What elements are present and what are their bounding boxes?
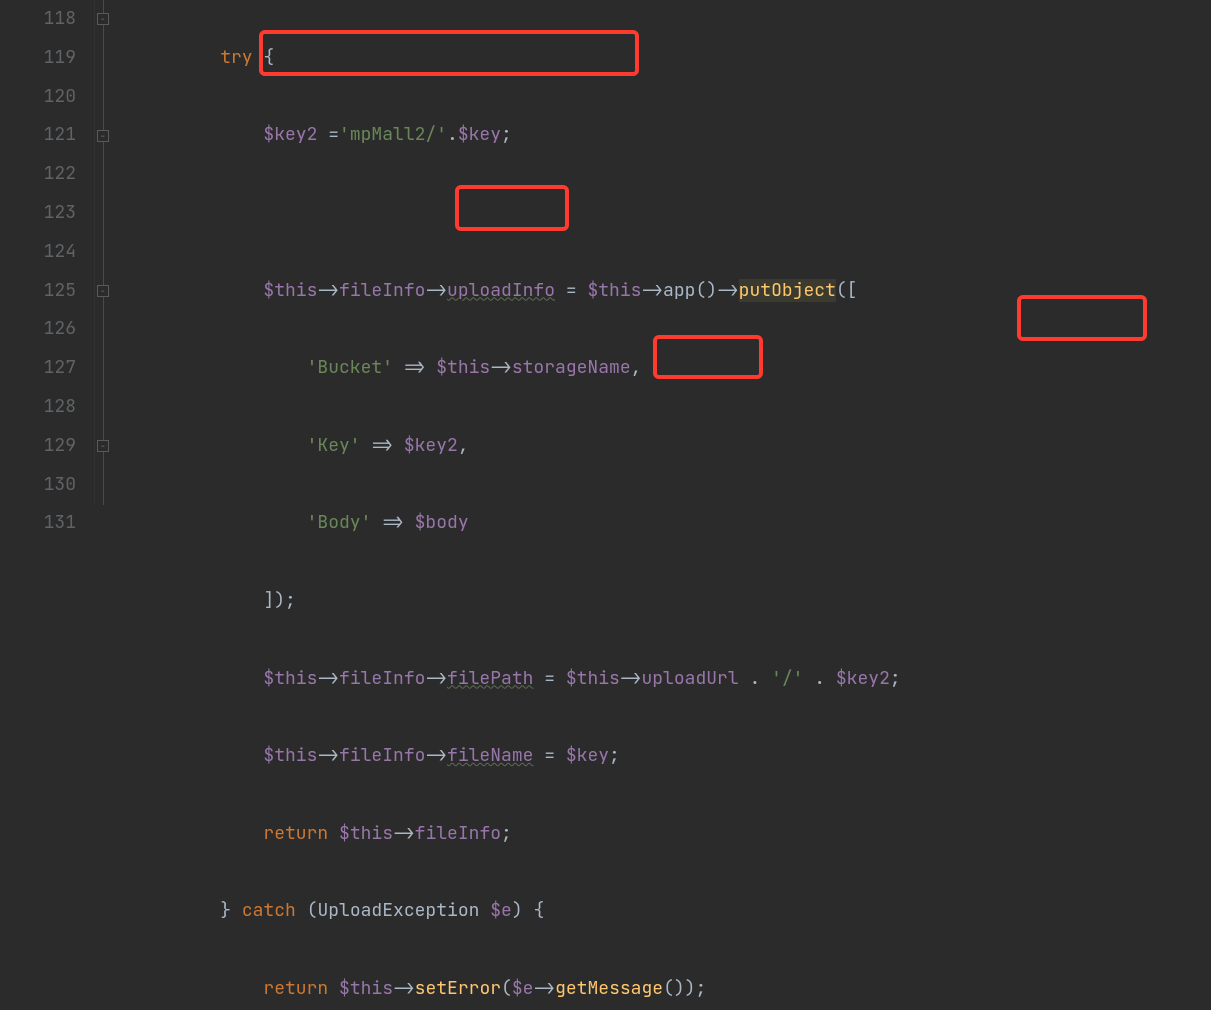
fold-marker-icon[interactable]: −: [97, 13, 109, 25]
code-line[interactable]: } catch (UploadException $e) {: [123, 892, 901, 931]
line-number: 122: [0, 155, 76, 194]
fold-column: − − − −: [95, 0, 113, 505]
code-line[interactable]: $this->fileInfo->filePath = $this->uploa…: [123, 660, 901, 699]
line-number: 123: [0, 194, 76, 233]
fold-marker-icon[interactable]: −: [97, 440, 109, 452]
line-number: 129: [0, 427, 76, 466]
code-line[interactable]: $this->fileInfo->uploadInfo = $this->app…: [123, 272, 901, 311]
code-line[interactable]: ]);: [123, 582, 901, 621]
code-line[interactable]: 'Body' => $body: [123, 504, 901, 543]
line-number: 118: [0, 0, 76, 39]
line-number: 121: [0, 116, 76, 155]
code-line[interactable]: return $this->setError($e->getMessage())…: [123, 970, 901, 1009]
code-editor[interactable]: 118 119 120 121 122 123 124 125 126 127 …: [0, 0, 1211, 505]
code-line[interactable]: $this->fileInfo->fileName = $key;: [123, 737, 901, 776]
code-line[interactable]: 'Key' => $key2,: [123, 427, 901, 466]
line-number: 130: [0, 466, 76, 505]
code-line[interactable]: 'Bucket' => $this->storageName,: [123, 349, 901, 388]
code-line[interactable]: $key2 ='mpMall2/'.$key;: [123, 116, 901, 155]
code-line[interactable]: return $this->fileInfo;: [123, 815, 901, 854]
fold-marker-icon[interactable]: −: [97, 285, 109, 297]
line-number: 120: [0, 78, 76, 117]
line-number: 126: [0, 310, 76, 349]
code-line[interactable]: try {: [123, 39, 901, 78]
line-number: 124: [0, 233, 76, 272]
code-line[interactable]: [123, 194, 901, 233]
line-number: 131: [0, 504, 76, 543]
line-number: 125: [0, 272, 76, 311]
line-number: 128: [0, 388, 76, 427]
line-number-gutter: 118 119 120 121 122 123 124 125 126 127 …: [0, 0, 95, 505]
highlight-box: [1017, 295, 1147, 341]
code-area[interactable]: try { $key2 ='mpMall2/'.$key; $this->fil…: [113, 0, 901, 505]
fold-marker-icon[interactable]: −: [97, 130, 109, 142]
line-number: 119: [0, 39, 76, 78]
line-number: 127: [0, 349, 76, 388]
